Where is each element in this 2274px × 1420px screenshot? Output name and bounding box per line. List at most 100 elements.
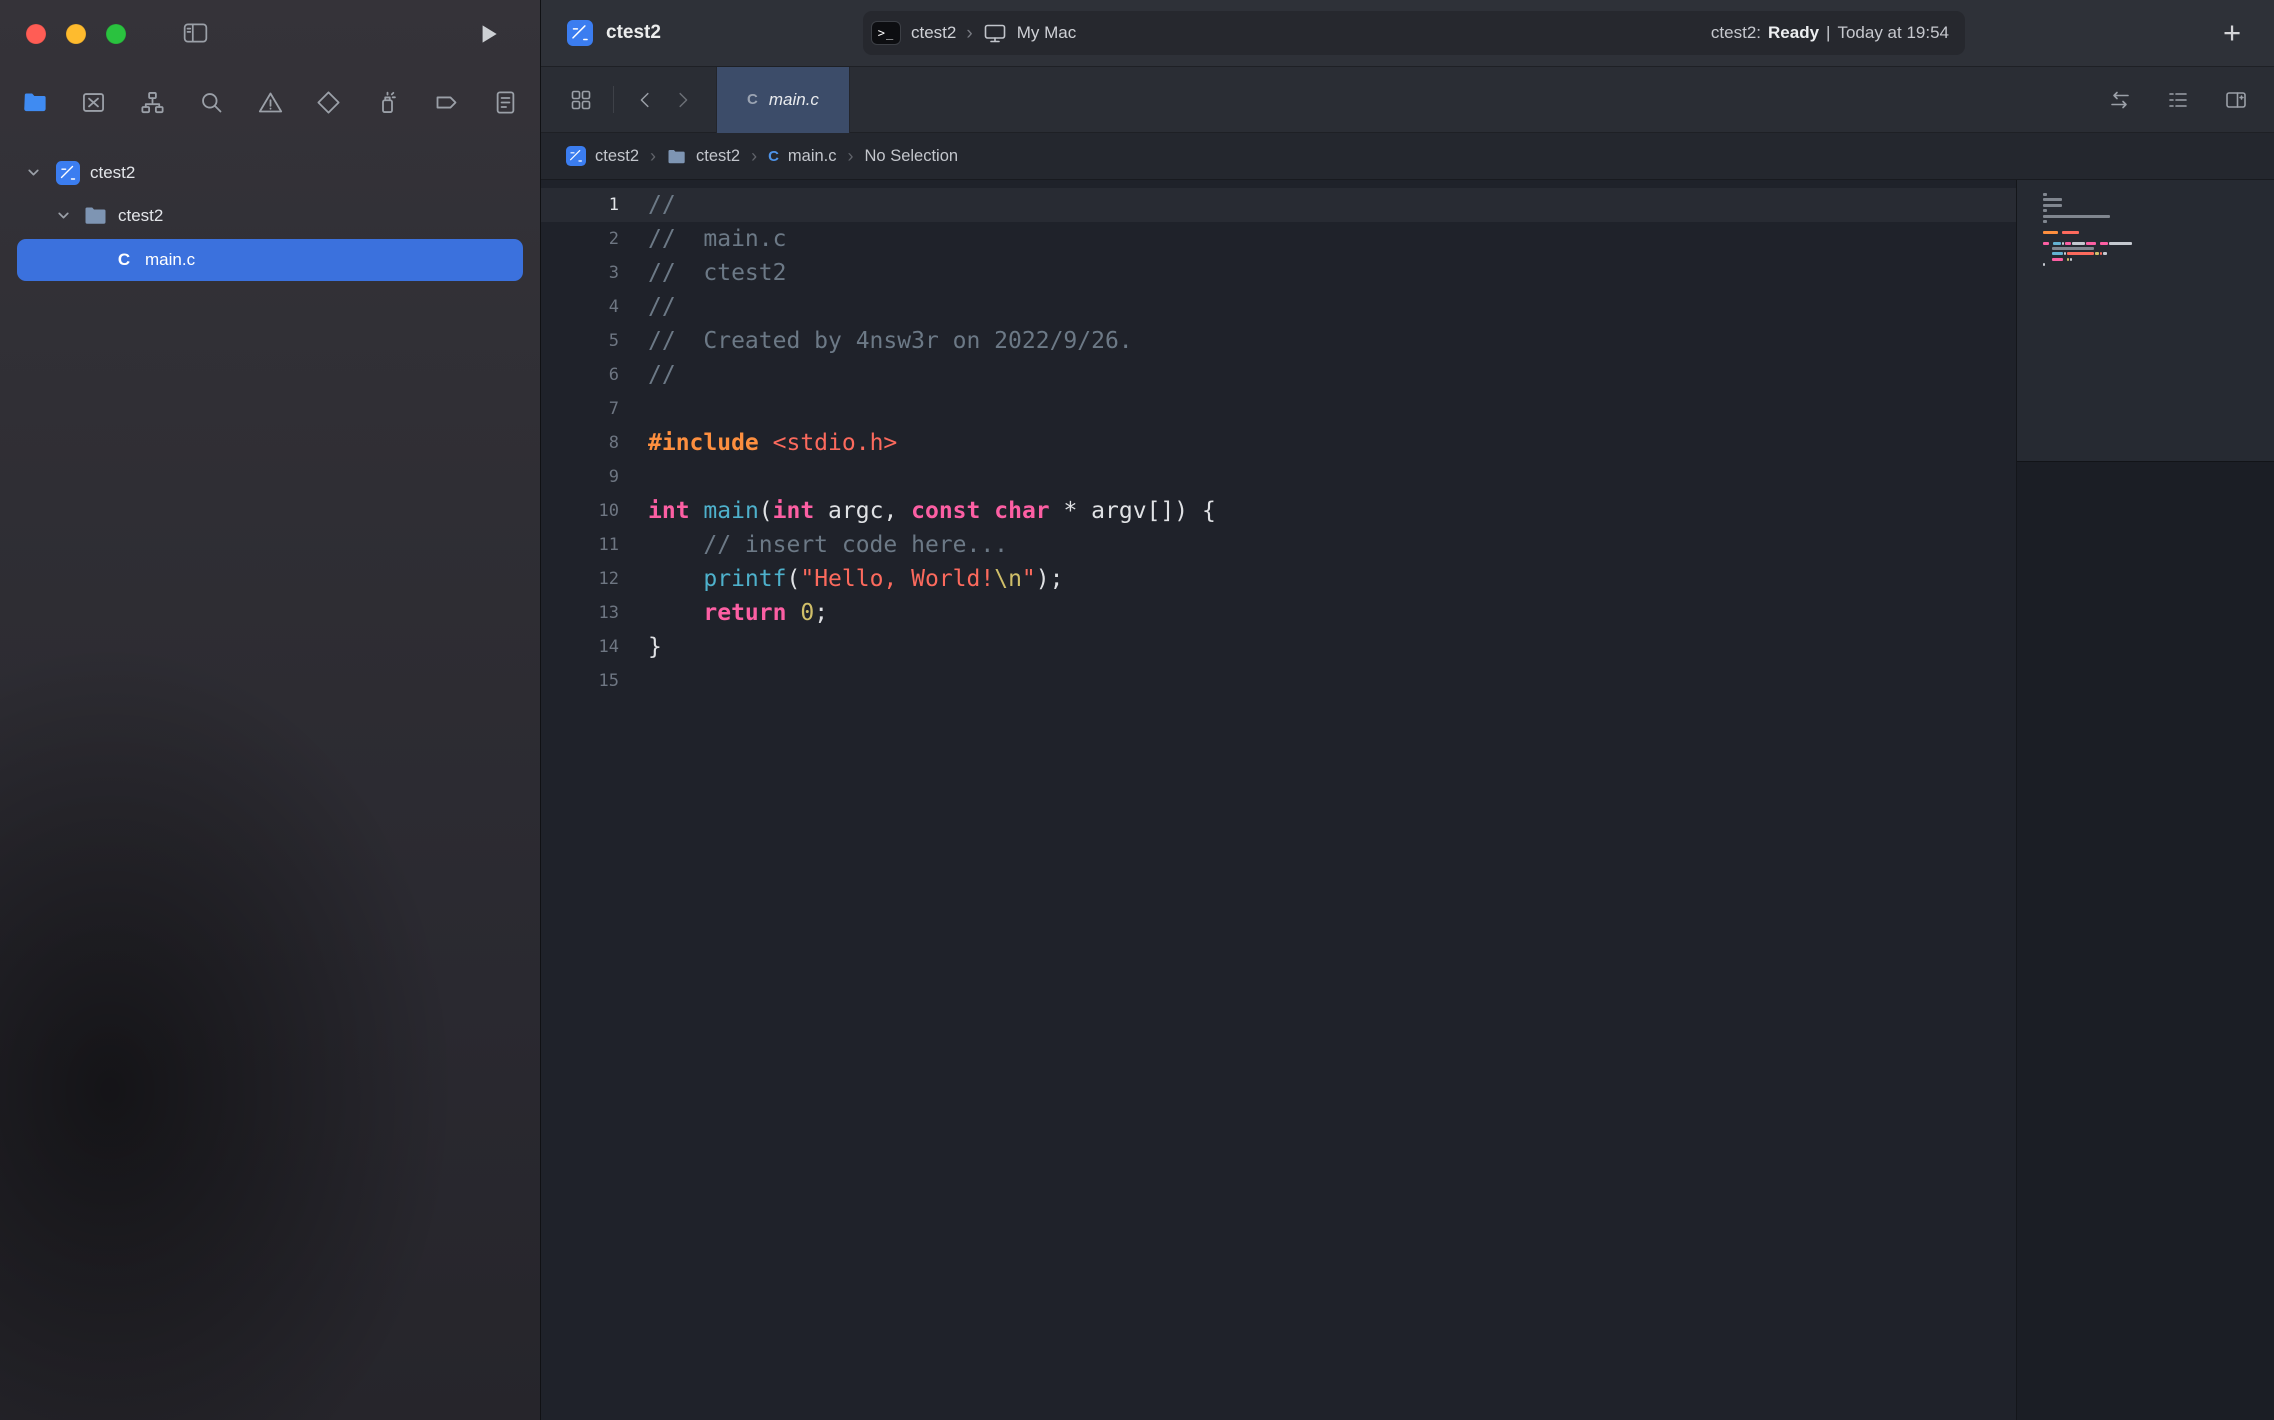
project-navigator-button[interactable] bbox=[16, 83, 54, 123]
code-line[interactable]: 11 // insert code here... bbox=[541, 528, 2016, 562]
tree-row-file-selected[interactable]: C main.c bbox=[17, 239, 523, 281]
editor-controls bbox=[2102, 80, 2254, 120]
line-number: 7 bbox=[541, 392, 619, 426]
x-square-icon bbox=[80, 89, 107, 116]
minimize-window-button[interactable] bbox=[66, 24, 86, 44]
code-line[interactable]: 8#include <stdio.h> bbox=[541, 426, 2016, 460]
split-editor-button[interactable] bbox=[2218, 80, 2254, 120]
line-number: 12 bbox=[541, 562, 619, 596]
swap-arrows-icon bbox=[2108, 88, 2132, 112]
minimap-line bbox=[2043, 204, 2274, 207]
minimap-line bbox=[2043, 247, 2274, 250]
code-line[interactable]: 14} bbox=[541, 630, 2016, 664]
activity-status[interactable]: ctest2: Ready | Today at 19:54 bbox=[1711, 23, 1949, 43]
scheme-selector[interactable]: >_ ctest2 › My Mac bbox=[871, 21, 1076, 45]
code-line[interactable]: 13 return 0; bbox=[541, 596, 2016, 630]
code-review-button[interactable] bbox=[2160, 80, 2196, 120]
code-line[interactable]: 1// bbox=[541, 188, 2016, 222]
project-tree: ctest2 ctest2 C main.c bbox=[0, 138, 540, 281]
line-number: 6 bbox=[541, 358, 619, 392]
status-time: Today at 19:54 bbox=[1837, 23, 1949, 43]
run-button[interactable] bbox=[470, 17, 506, 51]
breadcrumb-group[interactable]: ctest2 bbox=[667, 147, 740, 166]
line-number: 9 bbox=[541, 460, 619, 494]
debug-navigator-button[interactable] bbox=[369, 83, 407, 123]
go-back-button[interactable] bbox=[628, 80, 664, 120]
toolbar: ctest2 >_ ctest2 › My Mac ctest2: Ready … bbox=[541, 0, 2274, 67]
file-label: main.c bbox=[145, 250, 195, 270]
chevron-right-icon: › bbox=[966, 24, 972, 43]
warning-triangle-icon bbox=[257, 89, 284, 116]
minimap-lines bbox=[2043, 193, 2274, 271]
breadcrumb-label: main.c bbox=[788, 147, 837, 166]
code-editor[interactable]: 1//2// main.c3// ctest24 //5// Created by… bbox=[541, 180, 2016, 1420]
code-line[interactable]: 4 // bbox=[541, 290, 2016, 324]
tree-row-project[interactable]: ctest2 bbox=[0, 151, 540, 194]
zoom-window-button[interactable] bbox=[106, 24, 126, 44]
report-navigator-button[interactable] bbox=[486, 83, 524, 123]
split-editor-icon bbox=[2224, 88, 2248, 112]
minimap-line bbox=[2043, 209, 2274, 212]
source-control-navigator-button[interactable] bbox=[75, 83, 113, 123]
minimap-line bbox=[2043, 225, 2274, 228]
code-line[interactable]: 7 bbox=[541, 392, 2016, 426]
editor-overview-button[interactable] bbox=[563, 80, 599, 120]
disclosure-chevron[interactable] bbox=[54, 207, 72, 224]
tree-row-group[interactable]: ctest2 bbox=[0, 194, 540, 237]
line-number: 15 bbox=[541, 664, 619, 698]
line-number: 14 bbox=[541, 630, 619, 664]
line-number: 13 bbox=[541, 596, 619, 630]
breadcrumb-selection[interactable]: No Selection bbox=[865, 147, 959, 166]
breakpoint-tag-icon bbox=[433, 89, 460, 116]
c-file-icon: C bbox=[768, 148, 779, 165]
folder-icon bbox=[84, 205, 108, 226]
report-document-icon bbox=[492, 89, 519, 116]
minimap-line bbox=[2043, 215, 2274, 218]
breadcrumb-label: No Selection bbox=[865, 147, 959, 166]
code-line[interactable]: 15 bbox=[541, 664, 2016, 698]
editor-area: 1//2// main.c3// ctest24 //5// Created by… bbox=[541, 180, 2274, 1420]
code-line[interactable]: 2// main.c bbox=[541, 222, 2016, 256]
line-number: 10 bbox=[541, 494, 619, 528]
test-navigator-button[interactable] bbox=[310, 83, 348, 123]
line-number: 4 bbox=[541, 290, 619, 324]
list-lines-icon bbox=[2166, 88, 2190, 112]
code-line[interactable]: 9 bbox=[541, 460, 2016, 494]
code-text: return 0; bbox=[648, 596, 828, 630]
tab-main-c[interactable]: C main.c bbox=[716, 67, 850, 133]
minimap-line bbox=[2043, 258, 2274, 261]
minimap-line bbox=[2043, 198, 2274, 201]
hierarchy-icon bbox=[139, 89, 166, 116]
issue-navigator-button[interactable] bbox=[251, 83, 289, 123]
status-project: ctest2: bbox=[1711, 23, 1761, 43]
my-mac-icon bbox=[983, 21, 1007, 45]
minimap-panel[interactable] bbox=[2016, 180, 2274, 1420]
minimap-line bbox=[2043, 263, 2274, 266]
code-text: // bbox=[648, 290, 676, 324]
code-line[interactable]: 3// ctest2 bbox=[541, 256, 2016, 290]
code-text: // Created by 4nsw3r on 2022/9/26. bbox=[648, 324, 1133, 358]
code-line[interactable]: 5// Created by 4nsw3r on 2022/9/26. bbox=[541, 324, 2016, 358]
disclosure-chevron[interactable] bbox=[24, 164, 42, 181]
breadcrumb-project[interactable]: ctest2 bbox=[566, 146, 639, 166]
close-window-button[interactable] bbox=[26, 24, 46, 44]
code-text: // bbox=[648, 358, 676, 392]
breadcrumb-file[interactable]: C main.c bbox=[768, 147, 836, 166]
editor-options-button[interactable] bbox=[2102, 80, 2138, 120]
minimap-viewport[interactable] bbox=[2017, 180, 2274, 462]
add-tab-button[interactable]: + bbox=[2212, 12, 2252, 54]
minimap-line bbox=[2043, 231, 2274, 234]
minimap-line bbox=[2043, 252, 2274, 255]
grid-icon bbox=[569, 88, 593, 112]
code-line[interactable]: 12 printf("Hello, World!\n"); bbox=[541, 562, 2016, 596]
symbol-navigator-button[interactable] bbox=[134, 83, 172, 123]
minimap-empty-region bbox=[2017, 462, 2274, 1420]
code-line[interactable]: 6 // bbox=[541, 358, 2016, 392]
sidebar-toggle-button[interactable] bbox=[174, 15, 216, 51]
code-line[interactable]: 10int main(int argc, const char * argv[]… bbox=[541, 494, 2016, 528]
find-navigator-button[interactable] bbox=[192, 83, 230, 123]
go-forward-button[interactable] bbox=[664, 80, 700, 120]
code-text: #include <stdio.h> bbox=[648, 426, 897, 460]
xcode-project-icon bbox=[566, 146, 586, 166]
breakpoint-navigator-button[interactable] bbox=[427, 83, 465, 123]
